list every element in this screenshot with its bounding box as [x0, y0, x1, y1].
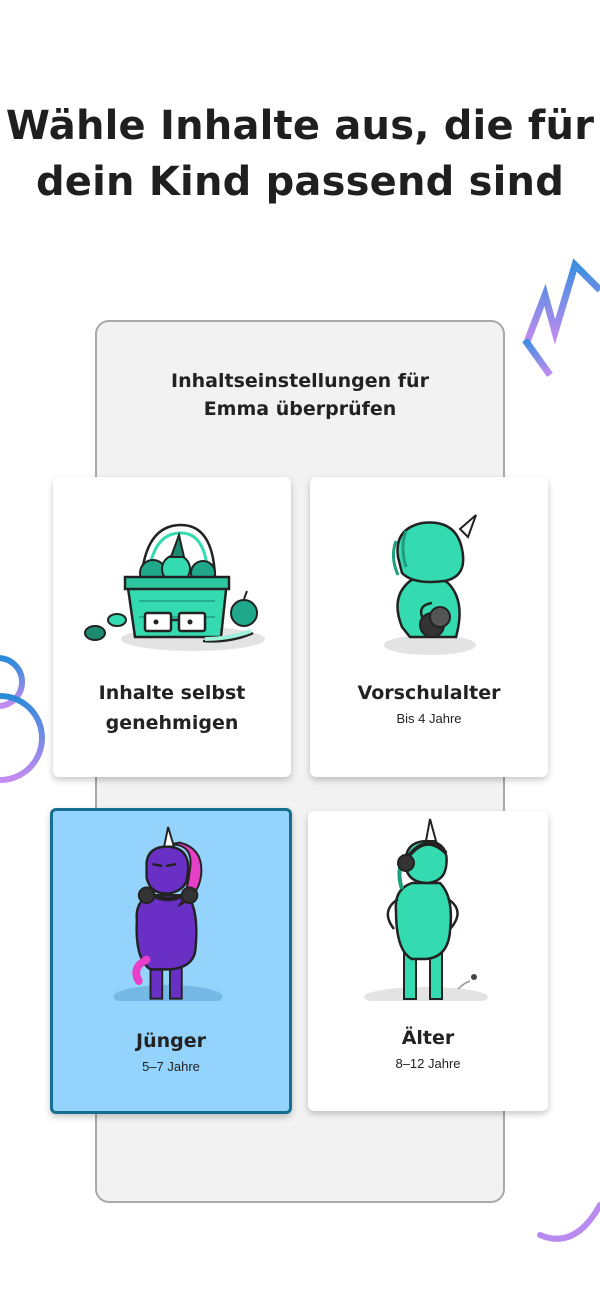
option-preschool-card[interactable]: Vorschulalter Bis 4 Jahre — [310, 477, 548, 777]
panel-title-line-1: Inhaltseinstellungen für — [171, 370, 429, 392]
option-age-range: 8–12 Jahre — [395, 1056, 461, 1071]
teal-unicorn-with-headphones-icon — [364, 818, 488, 1001]
arc-decoration — [537, 1202, 600, 1242]
option-younger-card[interactable]: Jünger 5–7 Jahre — [50, 808, 292, 1114]
option-age-range: Bis 4 Jahre — [396, 711, 462, 726]
headline-line-1: Wähle Inhalte aus, die für — [5, 103, 595, 149]
option-approve-content-card[interactable]: Inhalte selbst genehmigen — [53, 477, 291, 777]
circles-decoration — [0, 655, 45, 783]
panel-title-line-2: Emma überprüfen — [203, 398, 397, 420]
panel-title: Inhaltseinstellungen für Emma überprüfen — [97, 367, 503, 423]
option-name-line-1: Inhalte selbst — [98, 682, 246, 704]
fruit-basket-with-glasses-icon — [84, 523, 265, 651]
purple-unicorn-with-headphones-icon — [113, 826, 223, 1001]
option-age-range: 5–7 Jahre — [142, 1059, 200, 1074]
option-name: Jünger — [136, 1030, 206, 1052]
option-name-line-2: genehmigen — [105, 712, 239, 734]
zigzag-decoration — [522, 258, 600, 378]
page-headline: Wähle Inhalte aus, die für dein Kind pas… — [0, 98, 600, 210]
headline-line-2: dein Kind passend sind — [35, 159, 565, 205]
option-name: Älter — [401, 1027, 455, 1049]
option-older-card[interactable]: Älter 8–12 Jahre — [308, 811, 548, 1111]
small-unicorn-with-headphones-icon — [384, 514, 477, 655]
option-name: Inhalte selbst genehmigen — [53, 678, 291, 738]
option-name: Vorschulalter — [357, 682, 501, 704]
